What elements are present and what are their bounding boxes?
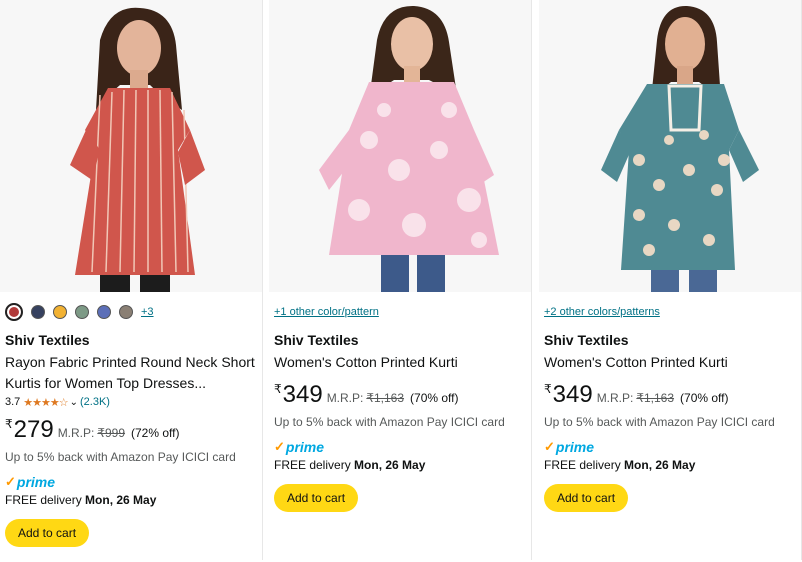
- prime-badge: ✓ prime: [5, 474, 258, 490]
- mrp-label: M.R.P:: [326, 391, 364, 405]
- prime-badge: ✓ prime: [274, 439, 527, 455]
- add-to-cart-button[interactable]: Add to cart: [274, 484, 359, 512]
- price-line: ₹ 349 M.R.P: ₹1,163 (70% off): [544, 382, 797, 409]
- color-swatch-4[interactable]: [75, 305, 89, 319]
- product-rating[interactable]: 3.7 ★★★★☆ ⌄ (2.3K): [5, 394, 258, 410]
- color-swatch-5[interactable]: [97, 305, 111, 319]
- product-brand: Shiv Textiles: [274, 332, 359, 348]
- product-grid: +3 Shiv Textiles Rayon Fabric Printed Ro…: [0, 0, 802, 562]
- add-to-cart-button[interactable]: Add to cart: [544, 484, 629, 512]
- star-rating-icon: ★★★★☆: [23, 396, 68, 409]
- color-swatch-3[interactable]: [53, 305, 67, 319]
- mrp-value: ₹999: [97, 426, 126, 440]
- delivery-info: FREE delivery Mon, 26 May: [274, 458, 527, 472]
- product-brand: Shiv Textiles: [5, 332, 90, 348]
- product-title[interactable]: Women's Cotton Printed Kurti: [544, 352, 799, 373]
- mrp-value: ₹1,163: [636, 391, 675, 405]
- color-swatch-6[interactable]: [119, 305, 133, 319]
- cashback-offer: Up to 5% back with Amazon Pay ICICI card: [5, 450, 236, 464]
- delivery-date: Mon, 26 May: [85, 493, 157, 507]
- price-line: ₹ 279 M.R.P: ₹999 (72% off): [5, 417, 258, 444]
- product-card: +2 other colors/patterns Shiv Textiles W…: [539, 0, 802, 560]
- rating-value: 3.7: [5, 396, 21, 408]
- prime-check-icon: ✓: [544, 439, 555, 454]
- product-title[interactable]: Women's Cotton Printed Kurti: [274, 352, 529, 373]
- color-swatches: +3: [5, 302, 258, 322]
- delivery-info: FREE delivery Mon, 26 May: [544, 458, 797, 472]
- cashback-offer: Up to 5% back with Amazon Pay ICICI card: [544, 415, 775, 429]
- delivery-label: FREE delivery: [544, 458, 621, 472]
- chevron-down-icon[interactable]: ⌄: [70, 397, 78, 408]
- mrp-value: ₹1,163: [366, 391, 405, 405]
- color-swatch-2[interactable]: [31, 305, 45, 319]
- delivery-label: FREE delivery: [5, 493, 82, 507]
- prime-check-icon: ✓: [274, 439, 285, 454]
- price[interactable]: 349: [283, 383, 323, 407]
- more-colors-link[interactable]: +3: [141, 306, 154, 318]
- discount: (72% off): [131, 426, 180, 440]
- product-brand: Shiv Textiles: [544, 332, 629, 348]
- prime-check-icon: ✓: [5, 474, 16, 489]
- mrp-label: M.R.P:: [57, 426, 95, 440]
- currency-symbol: ₹: [544, 382, 552, 396]
- cashback-offer: Up to 5% back with Amazon Pay ICICI card: [274, 415, 505, 429]
- currency-symbol: ₹: [274, 382, 282, 396]
- rating-count[interactable]: (2.3K): [80, 396, 110, 408]
- delivery-date: Mon, 26 May: [354, 458, 426, 472]
- mrp-label: M.R.P:: [596, 391, 634, 405]
- prime-badge: ✓ prime: [544, 439, 797, 455]
- add-to-cart-button[interactable]: Add to cart: [5, 519, 90, 547]
- color-options-link[interactable]: +1 other color/pattern: [274, 302, 527, 322]
- product-title[interactable]: Rayon Fabric Printed Round Neck Short Ku…: [5, 352, 260, 394]
- currency-symbol: ₹: [5, 417, 13, 431]
- color-swatch-1[interactable]: [5, 303, 23, 321]
- product-card: +3 Shiv Textiles Rayon Fabric Printed Ro…: [0, 0, 263, 560]
- color-options-link[interactable]: +2 other colors/patterns: [544, 302, 797, 322]
- product-card: +1 other color/pattern Shiv Textiles Wom…: [269, 0, 532, 560]
- delivery-label: FREE delivery: [274, 458, 351, 472]
- discount: (70% off): [410, 391, 459, 405]
- price[interactable]: 279: [14, 418, 54, 442]
- product-image[interactable]: [269, 0, 531, 292]
- delivery-date: Mon, 26 May: [624, 458, 696, 472]
- discount: (70% off): [680, 391, 729, 405]
- price[interactable]: 349: [553, 383, 593, 407]
- product-image[interactable]: [539, 0, 801, 292]
- delivery-info: FREE delivery Mon, 26 May: [5, 493, 258, 507]
- prime-logo: prime: [555, 439, 595, 455]
- prime-logo: prime: [285, 439, 325, 455]
- price-line: ₹ 349 M.R.P: ₹1,163 (70% off): [274, 382, 527, 409]
- prime-logo: prime: [16, 474, 56, 490]
- product-image[interactable]: [0, 0, 262, 292]
